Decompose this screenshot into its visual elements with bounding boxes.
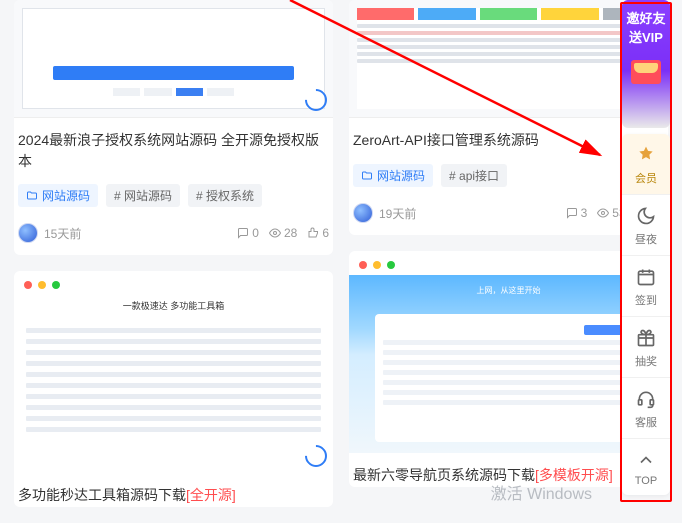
tag-hash[interactable]: # 授权系统	[188, 184, 262, 207]
headset-icon	[635, 388, 657, 410]
card-tags: 网站源码 # 网站源码 # 授权系统	[14, 172, 333, 215]
avatar[interactable]	[353, 203, 373, 223]
sidebar-item-vip[interactable]: 会员	[622, 134, 670, 194]
sidebar-item-top[interactable]: TOP	[622, 438, 670, 495]
floating-sidebar: 邀好友 送VIP 会员 昼夜 签到 抽奖 客服 TOP	[622, 0, 670, 495]
card-title: 2024最新浪子授权系统网站源码 全开源免授权版本	[14, 118, 333, 172]
comments-count: 3	[566, 206, 588, 220]
card-title: 多功能秒达工具箱源码下载[全开源]	[14, 473, 333, 507]
vip-crown-icon	[635, 144, 657, 166]
watermark-logo-icon	[305, 445, 327, 467]
tag-category[interactable]: 网站源码	[353, 164, 433, 187]
card-thumbnail	[14, 0, 333, 118]
post-time: 15天前	[44, 225, 81, 242]
card-title: 最新六零导航页系统源码下载[多模板开源]	[349, 453, 668, 487]
tag-hash[interactable]: # api接口	[441, 164, 507, 187]
comment-icon	[566, 207, 578, 219]
gift-icon	[635, 327, 657, 349]
comment-icon	[237, 227, 249, 239]
sidebar-item-support[interactable]: 客服	[622, 377, 670, 438]
red-envelope-icon	[631, 60, 661, 84]
open-source-badge: [多模板开源]	[535, 467, 613, 483]
avatar[interactable]	[18, 223, 38, 243]
open-source-badge: [全开源]	[186, 487, 236, 503]
likes-count: 6	[307, 226, 329, 240]
sidebar-item-checkin[interactable]: 签到	[622, 255, 670, 316]
card-thumbnail	[349, 0, 668, 118]
window-dots	[349, 251, 668, 275]
card-tags: 网站源码 # api接口	[349, 152, 668, 195]
comments-count: 0	[237, 226, 259, 240]
folder-icon	[361, 170, 373, 182]
card-thumbnail: 上网，从这里开始	[349, 275, 668, 453]
card-thumbnail: 一款极速达 多功能工具箱	[14, 295, 333, 473]
resource-card[interactable]: ZeroArt-API接口管理系统源码 网站源码 # api接口 19天前 3 …	[349, 0, 668, 235]
card-meta: 15天前 0 28 6	[14, 215, 333, 255]
card-meta: 19天前 3 53 15	[349, 195, 668, 235]
folder-icon	[26, 190, 38, 202]
moon-icon	[635, 205, 657, 227]
card-grid: 2024最新浪子授权系统网站源码 全开源免授权版本 网站源码 # 网站源码 # …	[0, 0, 682, 523]
eye-icon	[597, 207, 609, 219]
calendar-icon	[635, 266, 657, 288]
resource-card[interactable]: 2024最新浪子授权系统网站源码 全开源免授权版本 网站源码 # 网站源码 # …	[14, 0, 333, 255]
watermark-logo-icon	[305, 89, 327, 111]
resource-card[interactable]: 一款极速达 多功能工具箱 多功能秒达工具箱源码下载[全开源]	[14, 271, 333, 507]
eye-icon	[269, 227, 281, 239]
card-title: ZeroArt-API接口管理系统源码	[349, 118, 668, 152]
tag-category[interactable]: 网站源码	[18, 184, 98, 207]
promo-invite-vip[interactable]: 邀好友 送VIP	[622, 0, 670, 128]
sidebar-item-lottery[interactable]: 抽奖	[622, 316, 670, 377]
window-dots	[14, 271, 333, 295]
views-count: 28	[269, 226, 297, 240]
tag-hash[interactable]: # 网站源码	[106, 184, 180, 207]
thumbs-up-icon	[307, 227, 319, 239]
sidebar-item-night[interactable]: 昼夜	[622, 194, 670, 255]
post-time: 19天前	[379, 205, 416, 222]
chevron-up-icon	[635, 449, 657, 471]
resource-card[interactable]: 上网，从这里开始 最新六零导航页系统源码下载[多模板开源]	[349, 251, 668, 487]
